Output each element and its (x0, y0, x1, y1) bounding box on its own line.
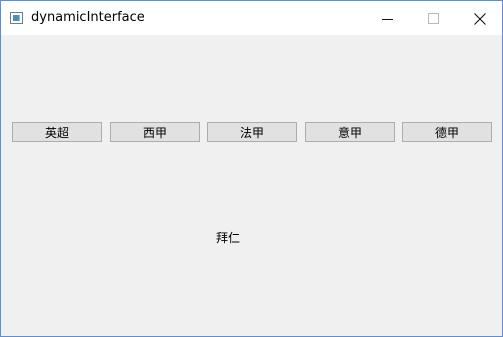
close-button[interactable] (457, 1, 503, 35)
main-window: dynamicInterface 英超 西甲 法甲 意甲 德甲 拜仁 (0, 0, 503, 337)
league-button-premier-league[interactable]: 英超 (12, 122, 102, 142)
app-window-icon (10, 12, 23, 24)
league-button-ligue-1[interactable]: 法甲 (207, 122, 297, 142)
league-button-serie-a[interactable]: 意甲 (305, 122, 395, 142)
league-button-bundesliga[interactable]: 德甲 (402, 122, 492, 142)
window-title: dynamicInterface (31, 10, 145, 25)
title-bar[interactable]: dynamicInterface (1, 1, 502, 35)
maximize-button[interactable] (411, 1, 457, 35)
maximize-icon (428, 13, 439, 24)
close-icon (474, 13, 486, 25)
league-button-la-liga[interactable]: 西甲 (110, 122, 200, 142)
team-name-label: 拜仁 (216, 231, 241, 245)
minimize-button[interactable] (365, 1, 411, 35)
minimize-icon (382, 19, 393, 20)
